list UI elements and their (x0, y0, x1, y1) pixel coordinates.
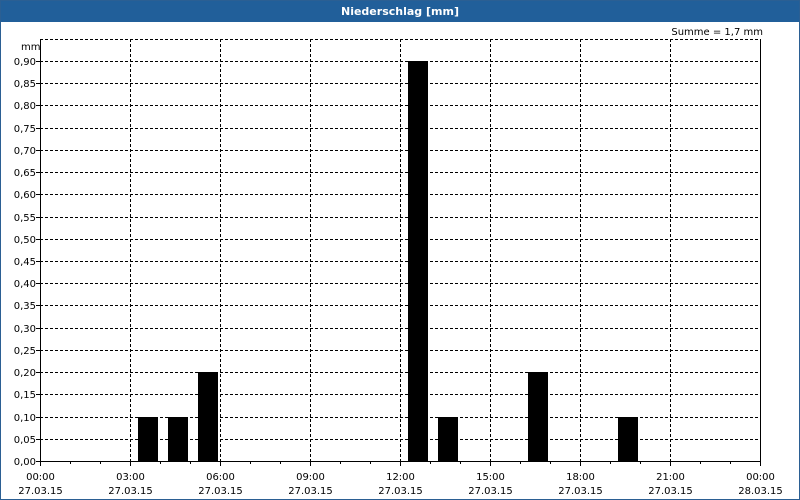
precipitation-bar (138, 417, 158, 461)
y-tick-label: 0,65 (14, 168, 36, 179)
x-tick-label-date: 27.03.15 (288, 486, 333, 497)
x-tick-label-date: 27.03.15 (18, 486, 63, 497)
y-tick-label: 0,80 (14, 101, 36, 112)
precipitation-bar (438, 417, 458, 461)
x-tick-label-time: 15:00 (476, 472, 505, 483)
x-tick-label-time: 12:00 (386, 472, 415, 483)
x-tick-label-time: 00:00 (26, 472, 55, 483)
x-tick-label-time: 00:00 (746, 472, 775, 483)
x-tick-label-date: 27.03.15 (558, 486, 603, 497)
x-tick-label-date: 28.03.15 (738, 486, 783, 497)
y-tick-label: 0,05 (14, 435, 36, 446)
x-tick-label-date: 27.03.15 (108, 486, 153, 497)
x-tick-label-date: 27.03.15 (198, 486, 243, 497)
x-tick-label-date: 27.03.15 (648, 486, 693, 497)
y-tick-label: 0,15 (14, 390, 36, 401)
precipitation-bar (168, 417, 188, 461)
y-tick-label: 0,10 (14, 413, 36, 424)
y-tick-label: 0,85 (14, 79, 36, 90)
y-tick-label: 0,70 (14, 146, 36, 157)
x-tick-label-time: 03:00 (116, 472, 145, 483)
y-tick-label: 0,75 (14, 124, 36, 135)
x-tick-label-date: 27.03.15 (378, 486, 423, 497)
precipitation-bar (408, 61, 428, 461)
y-tick-label: 0,25 (14, 346, 36, 357)
x-tick-label-date: 27.03.15 (468, 486, 513, 497)
precipitation-bar (528, 372, 548, 461)
x-tick-label-time: 06:00 (206, 472, 235, 483)
y-tick-label: 0,30 (14, 324, 36, 335)
y-tick-label: 0,55 (14, 213, 36, 224)
y-tick-label: 0,40 (14, 279, 36, 290)
precipitation-bar (198, 372, 218, 461)
y-tick-label: 0,90 (14, 57, 36, 68)
y-tick-label: 0,35 (14, 301, 36, 312)
precipitation-chart: 0,00 0,05 0,10 0,15 0,20 0,25 0,30 0,35 0,40 0,45… (14, 39, 783, 497)
y-tick-label: 0,45 (14, 257, 36, 268)
y-tick-label: 0,20 (14, 368, 36, 379)
x-tick-label-time: 21:00 (656, 472, 685, 483)
y-tick-label: 0,60 (14, 190, 36, 201)
precipitation-bar (618, 417, 638, 461)
x-tick-label-time: 09:00 (296, 472, 325, 483)
x-tick-label-time: 18:00 (566, 472, 595, 483)
y-tick-label: 0,50 (14, 235, 36, 246)
y-tick-label: 0,00 (14, 457, 36, 468)
